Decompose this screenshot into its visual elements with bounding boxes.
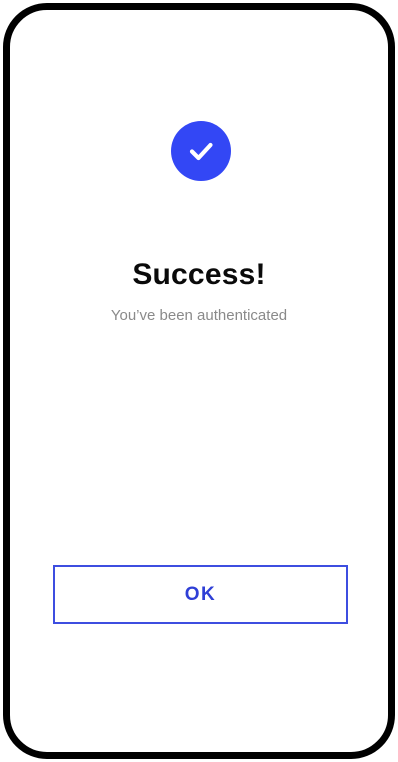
check-circle-icon — [171, 121, 231, 181]
success-message: You’ve been authenticated — [110, 307, 288, 324]
success-title: Success! — [132, 258, 266, 291]
checkmark-icon — [189, 142, 213, 161]
phone-frame — [3, 3, 395, 759]
ok-button[interactable]: OK — [53, 565, 348, 624]
